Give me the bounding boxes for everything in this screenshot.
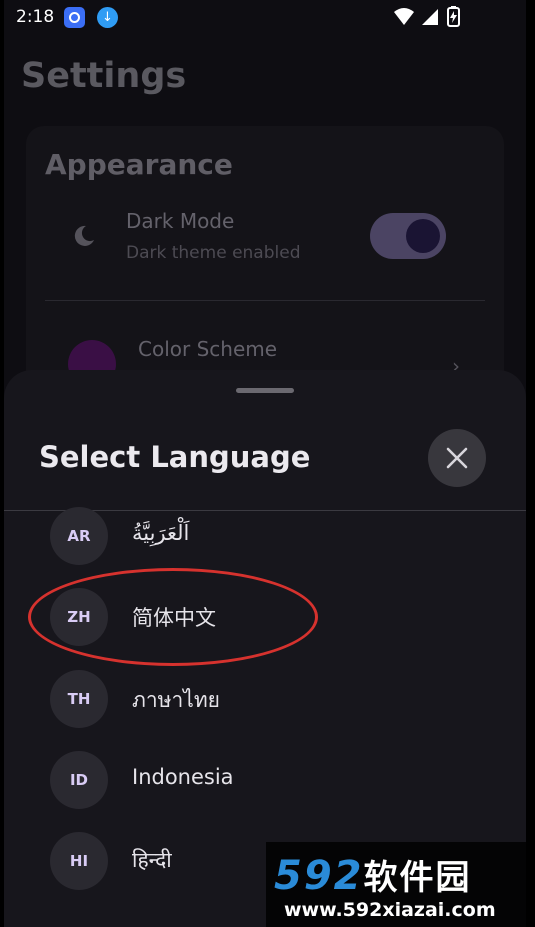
signal-icon <box>422 9 438 25</box>
status-time: 2:18 <box>16 7 55 27</box>
annotation-highlight-circle <box>28 568 318 666</box>
drag-handle[interactable] <box>236 388 294 393</box>
language-code-badge: TH <box>50 670 108 728</box>
language-name: اَلْعَرَبِيَّةُ <box>132 521 190 545</box>
watermark-url: www.592xiazai.com <box>284 899 496 921</box>
toggle-knob <box>406 219 440 253</box>
color-scheme-label[interactable]: Color Scheme <box>138 337 277 361</box>
language-code-badge: ID <box>50 751 108 809</box>
screen: 2:18 ↓ Settings Appearance Dark Mode Dar… <box>4 0 526 927</box>
language-item-id[interactable]: ID Indonesia <box>4 747 526 827</box>
moon-icon <box>74 225 94 246</box>
status-indicators <box>394 6 460 27</box>
language-name: हिन्दी <box>132 848 172 872</box>
sheet-title: Select Language <box>39 440 311 474</box>
messenger-icon <box>64 7 85 28</box>
download-icon: ↓ <box>97 7 118 28</box>
dark-mode-toggle[interactable] <box>370 213 446 259</box>
dark-mode-subtitle: Dark theme enabled <box>126 243 301 263</box>
language-item-th[interactable]: TH ภาษาไทย <box>4 666 526 746</box>
watermark: 592软件园 www.592xiazai.com <box>266 842 535 927</box>
language-item-ar[interactable]: AR اَلْعَرَبِيَّةُ <box>4 503 526 583</box>
language-code-badge: HI <box>50 832 108 890</box>
language-name: ภาษาไทย <box>132 688 220 712</box>
dark-mode-label: Dark Mode <box>126 209 235 233</box>
close-button[interactable] <box>428 429 486 487</box>
language-code-badge: AR <box>50 507 108 565</box>
battery-charging-icon <box>447 6 460 27</box>
watermark-logo: 592软件园 <box>274 853 472 899</box>
wifi-icon <box>394 8 414 25</box>
language-name: Indonesia <box>132 765 234 789</box>
appearance-title: Appearance <box>45 148 233 181</box>
divider <box>45 300 485 301</box>
status-bar: 2:18 ↓ <box>4 0 526 34</box>
page-title: Settings <box>21 56 187 96</box>
close-icon <box>446 447 468 469</box>
